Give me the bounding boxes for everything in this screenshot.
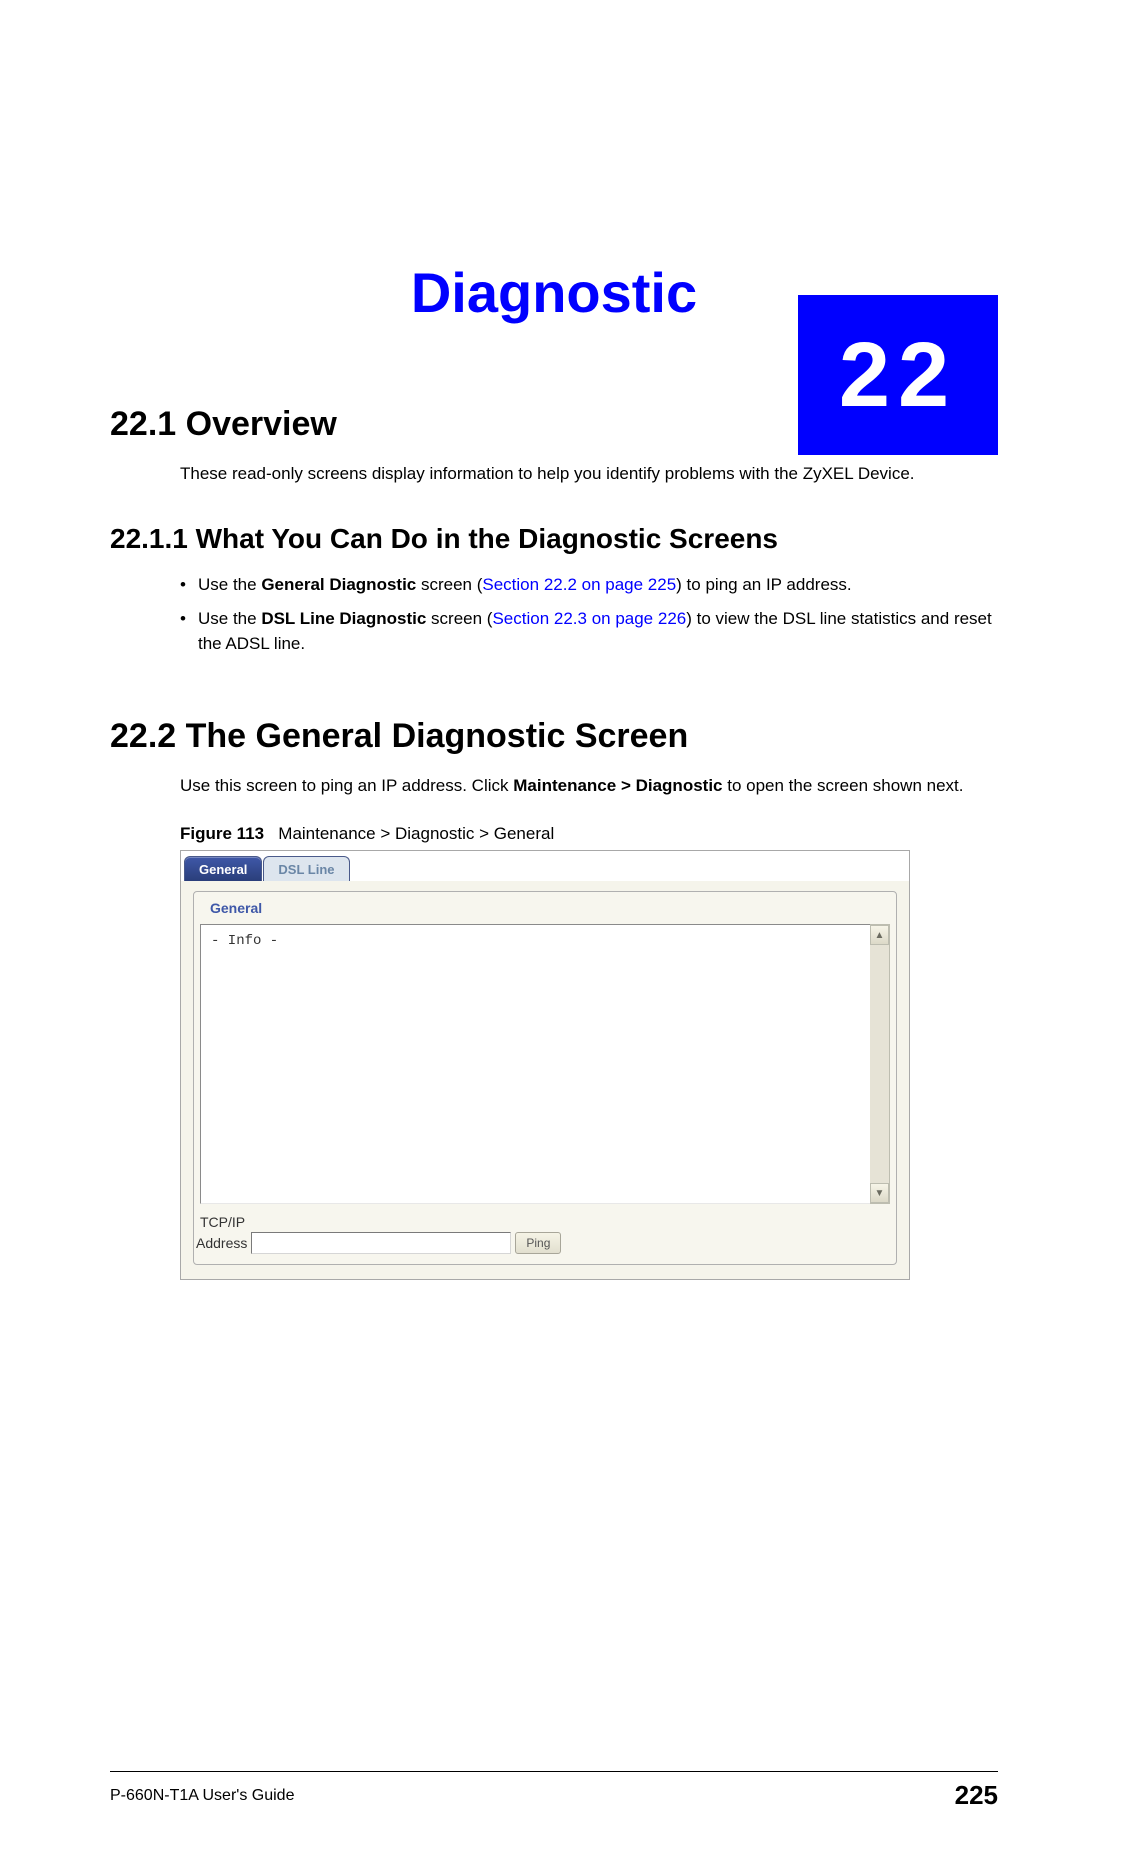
chapter-number-box: 22 xyxy=(798,295,998,455)
scroll-up-icon[interactable]: ▲ xyxy=(870,925,889,945)
address-input[interactable] xyxy=(251,1232,511,1254)
address-row: TCP/IP xyxy=(200,1214,890,1230)
section-22-1-1-heading: 22.1.1 What You Can Do in the Diagnostic… xyxy=(110,523,998,555)
info-textarea[interactable]: - Info - xyxy=(200,924,870,1204)
page-number: 225 xyxy=(955,1780,998,1811)
page: 22 Diagnostic 22.1 Overview These read-o… xyxy=(0,260,1128,1857)
bullet-text: Use the xyxy=(198,575,261,594)
footer-guide-name: P-660N-T1A User's Guide xyxy=(110,1787,294,1805)
section-22-2-heading: 22.2 The General Diagnostic Screen xyxy=(110,717,998,756)
bullet-item: Use the General Diagnostic screen (Secti… xyxy=(180,573,998,598)
scroll-down-icon[interactable]: ▼ xyxy=(870,1183,889,1203)
info-area: - Info - ▲ ▼ xyxy=(200,924,890,1204)
figure-title: Maintenance > Diagnostic > General xyxy=(278,824,554,843)
bullet-bold: DSL Line Diagnostic xyxy=(261,609,426,628)
tab-general[interactable]: General xyxy=(184,856,262,881)
body-text-part: to open the screen shown next. xyxy=(723,776,964,795)
tab-bar: General DSL Line xyxy=(181,851,909,881)
body-text-part: Use this screen to ping an IP address. C… xyxy=(180,776,513,795)
bullet-bold: General Diagnostic xyxy=(261,575,416,594)
fieldset-wrap: General - Info - ▲ ▼ TCP/IP Address xyxy=(181,881,909,1279)
fieldset-legend: General xyxy=(200,896,890,924)
tcpip-label: TCP/IP xyxy=(200,1214,245,1230)
figure-caption: Figure 113 Maintenance > Diagnostic > Ge… xyxy=(180,824,998,844)
bullet-text: screen ( xyxy=(426,609,492,628)
cross-ref-link[interactable]: Section 22.2 on page 225 xyxy=(482,575,676,594)
ping-button[interactable]: Ping xyxy=(515,1232,561,1254)
screenshot-panel: General DSL Line General - Info - ▲ ▼ TC… xyxy=(180,850,910,1280)
address-label: Address xyxy=(196,1235,247,1251)
bullet-list: Use the General Diagnostic screen (Secti… xyxy=(180,573,998,657)
body-bold: Maintenance > Diagnostic xyxy=(513,776,722,795)
bullet-text: Use the xyxy=(198,609,261,628)
cross-ref-link[interactable]: Section 22.3 on page 226 xyxy=(492,609,686,628)
chapter-number: 22 xyxy=(839,323,957,428)
general-fieldset: General - Info - ▲ ▼ TCP/IP Address xyxy=(193,891,897,1265)
address-input-row: Address Ping xyxy=(200,1232,890,1254)
scrollbar[interactable]: ▲ ▼ xyxy=(870,924,890,1204)
bullet-text: screen ( xyxy=(416,575,482,594)
content: 22.1 Overview These read-only screens di… xyxy=(110,405,998,1280)
bullet-item: Use the DSL Line Diagnostic screen (Sect… xyxy=(180,607,998,656)
footer: P-660N-T1A User's Guide 225 xyxy=(110,1771,998,1811)
section-22-2-body: Use this screen to ping an IP address. C… xyxy=(180,774,998,799)
bullet-text: ) to ping an IP address. xyxy=(676,575,851,594)
tab-dsl-line[interactable]: DSL Line xyxy=(263,856,349,881)
section-22-1-body: These read-only screens display informat… xyxy=(180,462,998,487)
figure-label: Figure 113 xyxy=(180,824,264,843)
